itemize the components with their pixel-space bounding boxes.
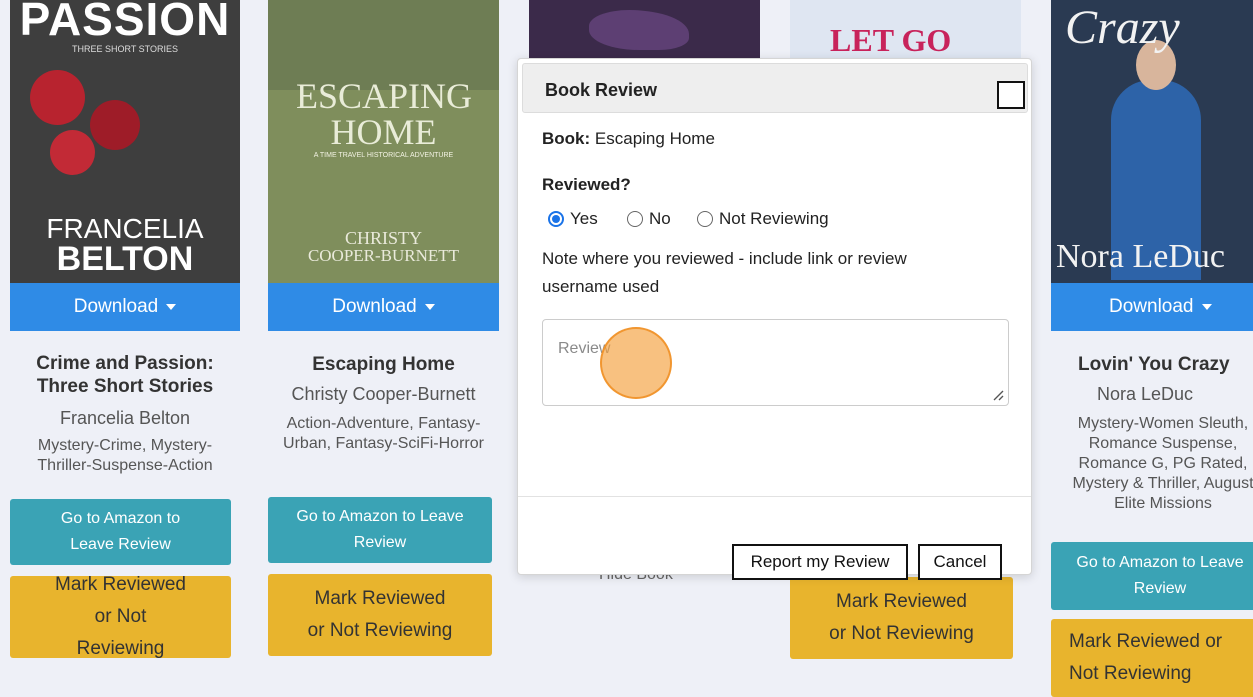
radio-not-reviewing-label: Not Reviewing: [719, 209, 829, 228]
cover-title: LET GO HEAL: [830, 22, 952, 58]
footer-divider: [518, 496, 1031, 497]
cover-subtitle: A TIME TRAVEL HISTORICAL ADVENTURE: [313, 152, 454, 159]
book-genres: Mystery-Crime, Mystery-Thriller-Suspense…: [37, 437, 213, 474]
book-review-modal: Book Review Book: Escaping Home Reviewed…: [517, 58, 1032, 580]
cover-title: PASSION: [19, 0, 231, 45]
radio-yes-label: Yes: [570, 209, 598, 228]
download-button[interactable]: Download: [1051, 283, 1253, 331]
download-label: Download: [332, 296, 417, 317]
caret-down-icon: [424, 304, 435, 310]
download-label: Download: [73, 296, 159, 317]
book-cover[interactable]: ESCAPING HOME A TIME TRAVEL HISTORICAL A…: [268, 0, 499, 285]
download-button[interactable]: Download: [268, 283, 499, 331]
book-line: Book: Escaping Home: [542, 129, 715, 149]
mark-reviewed-button[interactable]: Mark Reviewed or Not Reviewing: [10, 574, 231, 659]
close-button[interactable]: [997, 81, 1025, 109]
amazon-review-button[interactable]: Go to Amazon to Leave Review: [10, 499, 231, 565]
radio-not-reviewing[interactable]: Not Reviewing: [697, 209, 829, 229]
review-note: Note where you reviewed - include link o…: [542, 249, 907, 296]
cover-title: ESCAPING HOME: [296, 76, 473, 152]
cover-title: Crazy: [1065, 1, 1180, 54]
download-label: Download: [1109, 296, 1194, 317]
book-cover[interactable]: [529, 0, 760, 58]
modal-title: Book Review: [545, 80, 658, 100]
book-title: Escaping Home: [312, 354, 455, 375]
radio-empty-icon: [697, 211, 713, 227]
book-label: Book:: [542, 129, 591, 148]
cover-author-last: BELTON: [56, 240, 194, 278]
download-button[interactable]: Download: [10, 283, 240, 331]
cover-author-last: COOPER-BURNETT: [307, 246, 460, 265]
radio-no[interactable]: No: [627, 209, 671, 229]
cancel-button[interactable]: Cancel: [918, 544, 1002, 580]
modal-header: Book Review: [522, 63, 1028, 113]
book-author: Christy Cooper-Burnett: [291, 384, 476, 404]
radio-yes[interactable]: Yes: [548, 209, 598, 229]
book-title: Lovin' You Crazy: [1078, 354, 1230, 375]
book-cover[interactable]: LET GO HEAL: [790, 0, 1021, 58]
reviewed-label: Reviewed?: [542, 175, 631, 194]
book-author: Francelia Belton: [59, 408, 191, 428]
amazon-review-button[interactable]: Go to Amazon to Leave Review: [268, 497, 492, 563]
cover-author: Nora LeDuc: [1056, 238, 1225, 275]
radio-empty-icon: [627, 211, 643, 227]
radio-no-label: No: [649, 209, 671, 228]
report-review-button[interactable]: Report my Review: [732, 544, 908, 580]
amazon-review-button[interactable]: Go to Amazon to Leave Review: [1051, 542, 1253, 610]
book-author: Nora LeDuc: [1097, 384, 1194, 404]
book-cover[interactable]: PASSION THREE SHORT STORIES FRANCELIA BE…: [10, 0, 240, 285]
resize-grip-icon[interactable]: [992, 389, 1004, 401]
book-cover[interactable]: Crazy Nora LeDuc: [1051, 0, 1253, 285]
radio-selected-icon: [548, 211, 564, 227]
mark-reviewed-button[interactable]: Mark Reviewed or Not Reviewing: [790, 577, 1013, 659]
book-genres: Mystery-Women Sleuth, Romance Suspense, …: [1072, 415, 1253, 512]
mark-reviewed-button[interactable]: Mark Reviewed or Not Reviewing: [1051, 619, 1253, 697]
mark-reviewed-button[interactable]: Mark Reviewed or Not Reviewing: [268, 574, 492, 656]
book-genres: Action-Adventure, Fantasy-Urban, Fantasy…: [283, 415, 484, 452]
cover-subtitle: THREE SHORT STORIES: [71, 44, 179, 54]
click-indicator: [600, 327, 672, 399]
caret-down-icon: [1201, 304, 1212, 310]
caret-down-icon: [166, 304, 177, 310]
book-name: Escaping Home: [594, 129, 715, 148]
book-title: Crime and Passion: Three Short Stories: [36, 353, 214, 397]
